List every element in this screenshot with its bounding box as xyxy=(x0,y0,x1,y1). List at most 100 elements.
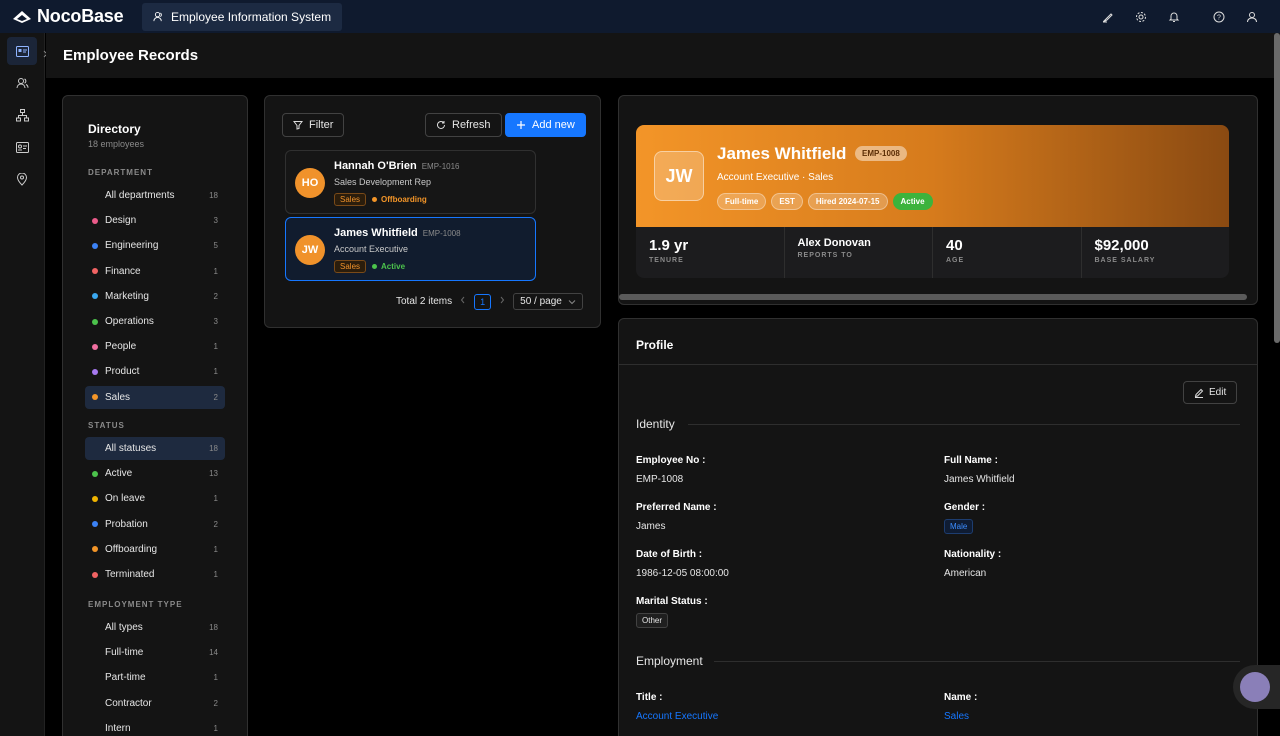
card-role: Sales Development Rep xyxy=(334,177,432,187)
next-page-icon[interactable] xyxy=(499,296,505,307)
employment-type-item[interactable]: Contractor 2 xyxy=(85,692,225,715)
plus-icon xyxy=(517,121,525,129)
logo[interactable]: NocoBase xyxy=(11,6,139,27)
prev-page-icon[interactable] xyxy=(460,296,466,307)
status-count: 13 xyxy=(209,469,218,479)
department-item[interactable]: Operations 3 xyxy=(85,310,225,333)
status-count: 18 xyxy=(209,444,218,453)
bell-icon[interactable] xyxy=(1157,0,1190,33)
employment-type-count: 2 xyxy=(213,698,218,708)
card-name: Hannah O'Brien EMP-1016 xyxy=(334,160,460,172)
status-item[interactable]: Active 13 xyxy=(85,462,225,485)
department-link[interactable]: Sales xyxy=(944,711,969,722)
status-item[interactable]: All statuses 18 xyxy=(85,437,225,460)
department-label: Operations xyxy=(105,316,154,327)
user-icon[interactable] xyxy=(1235,0,1268,33)
svg-text:?: ? xyxy=(1217,14,1221,21)
department-name-label: Name : xyxy=(944,692,978,703)
employment-type-item[interactable]: Part-time 1 xyxy=(85,666,225,689)
employment-type-item[interactable]: Intern 1 xyxy=(85,717,225,736)
directory-subtitle: 18 employees xyxy=(88,139,145,149)
page-size-select[interactable]: 50 / page xyxy=(513,293,583,310)
employment-section-title: Employment xyxy=(636,654,703,668)
department-label: Design xyxy=(105,215,137,227)
refresh-icon xyxy=(437,120,445,129)
department-label: Finance xyxy=(105,265,141,277)
status-label: Offboarding xyxy=(105,543,158,555)
status-count: 1 xyxy=(213,570,218,579)
department-item[interactable]: Engineering 5 xyxy=(85,234,225,257)
app-tab-label: Employee Information System xyxy=(171,9,332,24)
gender-tag: Male xyxy=(944,519,974,534)
status-label: All statuses xyxy=(105,443,157,454)
title-label: Title : xyxy=(636,692,663,703)
left-rail xyxy=(0,33,45,736)
dob-label: Date of Birth : xyxy=(636,549,703,560)
profile-card-icon[interactable] xyxy=(7,133,37,161)
department-count: 1 xyxy=(213,342,218,352)
id-card-icon[interactable] xyxy=(7,37,37,65)
card-code: EMP-1008 xyxy=(422,229,461,238)
department-count: 3 xyxy=(213,216,218,226)
employee-card[interactable]: HO Hannah O'Brien EMP-1016 Sales Developm… xyxy=(285,150,536,214)
department-tag: Sales xyxy=(334,193,367,206)
color-dot xyxy=(92,242,98,249)
divider xyxy=(688,424,1240,425)
status-item[interactable]: Probation 2 xyxy=(85,513,225,536)
department-count: 1 xyxy=(213,367,218,377)
org-chart-icon[interactable] xyxy=(7,101,37,129)
department-item[interactable]: Finance 1 xyxy=(85,260,225,283)
department-heading: DEPARTMENT xyxy=(88,168,153,177)
filter-button[interactable]: Filter xyxy=(282,113,345,137)
department-label: Engineering xyxy=(105,240,159,252)
department-count: 18 xyxy=(209,191,218,200)
color-dot xyxy=(92,268,98,275)
profile-title: Profile xyxy=(636,338,674,352)
add-new-button[interactable]: Add new xyxy=(505,113,586,137)
filter-label: Filter xyxy=(309,119,334,131)
status-pill: Active xyxy=(892,193,933,210)
status-item[interactable]: Offboarding 1 xyxy=(85,538,225,561)
department-item[interactable]: All departments 18 xyxy=(85,184,225,207)
department-item[interactable]: Design 3 xyxy=(85,209,225,232)
employee-card[interactable]: JW James Whitfield EMP-1008 Account Execu… xyxy=(285,217,536,281)
status-label: Terminated xyxy=(105,569,155,580)
app-tab[interactable]: Employee Information System xyxy=(142,2,343,31)
preferred-name-label: Preferred Name : xyxy=(636,502,717,513)
department-label: People xyxy=(105,341,137,353)
help-icon[interactable]: ? xyxy=(1202,0,1235,33)
department-count: 2 xyxy=(213,291,218,301)
ai-assistant-button[interactable] xyxy=(1233,665,1280,709)
department-item[interactable]: Product 1 xyxy=(85,360,225,383)
settings-icon[interactable] xyxy=(1124,0,1157,33)
highlighter-icon[interactable] xyxy=(1091,0,1124,33)
edit-button[interactable]: Edit xyxy=(1183,381,1238,404)
location-pin-icon[interactable] xyxy=(7,165,37,193)
full-name-value: James Whitfield xyxy=(944,474,1015,485)
status-item[interactable]: On leave 1 xyxy=(85,487,225,510)
refresh-button[interactable]: Refresh xyxy=(425,113,502,137)
department-label: Product xyxy=(105,366,140,378)
status-count: 1 xyxy=(213,544,218,554)
employment-type-label: Contractor xyxy=(105,697,152,709)
department-item[interactable]: Marketing 2 xyxy=(85,285,225,308)
horizontal-scrollbar[interactable] xyxy=(619,294,1247,300)
employee-name: James Whitfield xyxy=(717,144,847,163)
stats-row: 1.9 yr TENURE Alex Donovan REPORTS TO 40… xyxy=(636,227,1229,278)
employee-list-panel: Filter Refresh Add new HO Hannah O'Brien… xyxy=(264,95,601,328)
title-link[interactable]: Account Executive xyxy=(636,711,718,722)
department-label: Marketing xyxy=(105,290,149,302)
department-count: 3 xyxy=(213,317,218,326)
assistant-avatar-icon xyxy=(1240,672,1270,702)
status-item[interactable]: Terminated 1 xyxy=(85,563,225,586)
vertical-scrollbar[interactable] xyxy=(1274,33,1280,343)
page-number[interactable]: 1 xyxy=(474,293,492,310)
employment-type-item[interactable]: All types 18 xyxy=(85,616,225,639)
users-icon[interactable] xyxy=(7,69,37,97)
department-item[interactable]: People 1 xyxy=(85,335,225,358)
department-item[interactable]: Sales 2 xyxy=(85,385,225,409)
employment-type-item[interactable]: Full-time 14 xyxy=(85,641,225,664)
color-dot xyxy=(92,217,98,224)
stat-reports-to: Alex Donovan REPORTS TO xyxy=(785,227,933,278)
status-label: Probation xyxy=(105,518,148,530)
